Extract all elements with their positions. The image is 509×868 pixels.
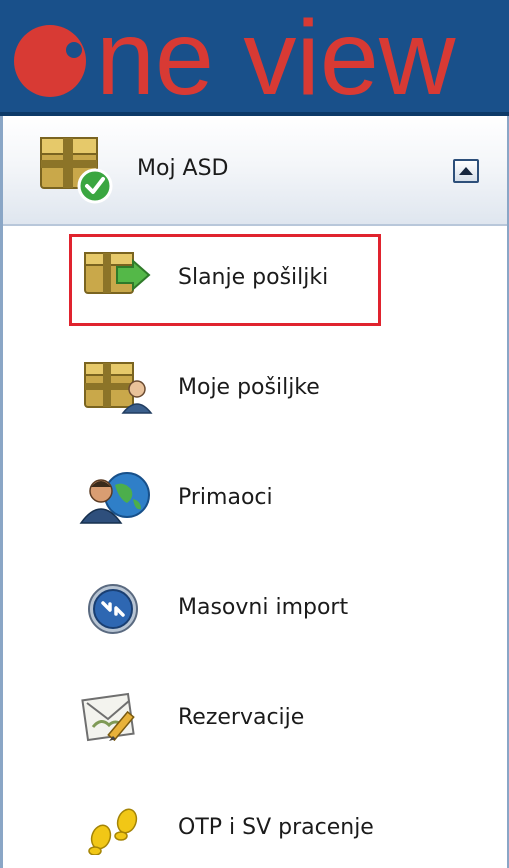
oneview-logo[interactable]: ne view: [0, 0, 509, 112]
package-user-icon: [84, 362, 153, 414]
collapse-button[interactable]: [453, 159, 479, 183]
menu-item-label: Slanje pošiljki: [178, 265, 329, 290]
import-arrows-icon: [88, 584, 138, 634]
svg-text:ne view: ne view: [96, 0, 456, 112]
section-title: Moj ASD: [137, 156, 229, 181]
nav-panel: Moj ASD Slanje pošiljki Moje pošiljke Pr…: [0, 116, 509, 868]
menu-item-slanje-posiljki[interactable]: Slanje pošiljki: [3, 249, 507, 319]
menu-item-label: Moje pošiljke: [178, 375, 320, 400]
header-bar: ne view: [0, 0, 509, 112]
menu-item-otp-sv-pracenje[interactable]: OTP i SV pracenje: [3, 799, 507, 868]
package-send-icon: [84, 252, 151, 294]
menu-item-label: OTP i SV pracenje: [178, 815, 374, 840]
menu-item-rezervacije[interactable]: Rezervacije: [3, 689, 507, 759]
reservation-pencil-icon: [81, 692, 135, 742]
menu-item-label: Masovni import: [178, 595, 349, 620]
menu-item-label: Primaoci: [178, 485, 273, 510]
menu-item-primaoci[interactable]: Primaoci: [3, 469, 507, 539]
menu-item-moje-posiljke[interactable]: Moje pošiljke: [3, 359, 507, 429]
section-header-moj-asd[interactable]: Moj ASD: [3, 116, 507, 226]
package-check-icon: [40, 137, 113, 204]
footprints-icon: [88, 808, 138, 855]
chevron-up-icon: [459, 167, 473, 175]
users-globe-icon: [79, 472, 150, 524]
menu-item-masovni-import[interactable]: Masovni import: [3, 579, 507, 649]
menu-item-label: Rezervacije: [178, 705, 305, 730]
